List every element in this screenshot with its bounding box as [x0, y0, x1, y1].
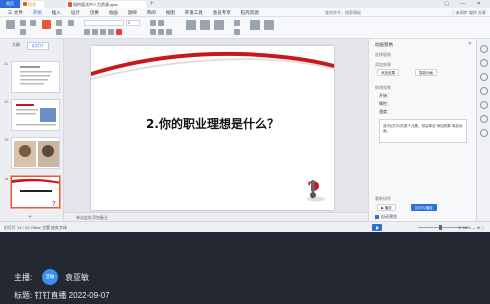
cursor-icon[interactable] — [480, 45, 488, 53]
play-button[interactable]: ▶ 播放 — [377, 204, 396, 211]
slide-thumbnail-row[interactable]: 11 — [4, 61, 60, 95]
bold-icon[interactable] — [84, 29, 90, 35]
thumbnail-preview — [16, 104, 56, 126]
align-left-icon[interactable] — [150, 29, 156, 35]
slide-number: 11 — [4, 61, 9, 66]
slide-title[interactable]: 2.你的职业理想是什么？ — [91, 115, 334, 132]
window-controls[interactable]: ▢ — ✕ — [444, 0, 486, 8]
slide-editor: ? 2.你的职业理想是什么？ — [64, 39, 368, 221]
svg-text:?: ? — [52, 200, 56, 208]
fill-icon[interactable] — [234, 20, 240, 26]
ribbon-toolbar: 0 — [0, 17, 490, 39]
home-tab[interactable]: 首页 — [0, 0, 20, 8]
font-size-select[interactable]: 0 — [126, 20, 140, 26]
question-mark-icon: ? — [307, 178, 325, 204]
docer-tab[interactable]: 稻壳 — [22, 1, 44, 8]
add-slide-button[interactable]: + — [28, 214, 32, 221]
slides-pane: 大纲 幻灯片 11 12 13 14 ? + — [0, 39, 64, 221]
modify-effect-label: 修改效果 — [375, 85, 391, 90]
status-bar: 幻灯片 14 / 20 Office 主题 缺失字体 ⊟ 88% — ⊕ ⛶ — [0, 221, 490, 232]
slide-thumbnail[interactable] — [11, 137, 60, 169]
close-icon[interactable]: ✕ — [468, 41, 472, 47]
menu-right-actions[interactable]: ⛶ 未同步 協作 分享 — [452, 8, 486, 17]
paste-icon[interactable] — [6, 20, 15, 29]
underline-icon[interactable] — [100, 29, 106, 35]
live-stream-overlay: 主播: 亚敏 袁亚敏 标题: 钉钉直播 2022-09-07 — [0, 232, 490, 304]
star-icon[interactable] — [480, 59, 488, 67]
zoom-knob[interactable] — [438, 225, 442, 230]
thumbnail-preview — [20, 66, 52, 85]
add-effect-label: 添加效果 — [375, 62, 391, 67]
select-icon[interactable] — [264, 20, 274, 30]
copy-icon[interactable] — [20, 29, 26, 35]
numbering-icon[interactable] — [158, 20, 164, 26]
start-field[interactable]: 开始： — [379, 93, 391, 99]
font-name-select[interactable] — [84, 20, 124, 26]
title-bar: 首页 稻壳 如何面试中人力资源.pptx + ▢ — ✕ — [0, 0, 490, 8]
more-icon[interactable] — [480, 129, 488, 137]
thumbnail-preview: ? — [12, 178, 59, 208]
help-icon[interactable] — [480, 101, 488, 109]
pane-title: 动画窗格 — [375, 42, 393, 47]
command-search[interactable]: 查找命令、搜索模板 — [325, 9, 361, 16]
italic-icon[interactable] — [92, 29, 98, 35]
align-center-icon[interactable] — [158, 29, 164, 35]
speed-field[interactable]: 速度： — [379, 109, 391, 115]
reset-icon[interactable] — [68, 20, 74, 26]
slide-number: 14 — [4, 176, 9, 181]
share-icon[interactable] — [480, 87, 488, 95]
status-left: 幻灯片 14 / 20 Office 主题 缺失字体 — [4, 225, 68, 230]
slide-thumbnail-row[interactable]: 12 — [4, 99, 60, 133]
slideshow-button[interactable]: 幻灯片播放 — [411, 204, 437, 211]
right-rail — [476, 39, 490, 221]
slide-thumbnail[interactable] — [11, 99, 60, 131]
slide-thumbnail-selected[interactable]: ? — [11, 176, 60, 208]
pane-tabs: 大纲 幻灯片 — [8, 42, 49, 50]
host-name: 袁亚敏 — [65, 273, 89, 282]
slide-number: 12 — [4, 99, 9, 104]
gear-icon[interactable] — [480, 73, 488, 81]
hint-text: 选中幻灯片的某个元素，然后单击“添加效果”添加动画。 — [379, 119, 467, 143]
play-slideshow-icon[interactable] — [372, 224, 382, 231]
slide-thumbnail-row[interactable]: 14 ? — [4, 176, 60, 210]
bullets-icon[interactable] — [150, 20, 156, 26]
layout-icon[interactable] — [56, 20, 62, 26]
history-icon[interactable] — [480, 115, 488, 123]
host-label: 主播: — [14, 273, 33, 282]
stream-caption: 标题: 钉钉直播 2022-09-07 — [14, 291, 110, 300]
tab-outline[interactable]: 大纲 — [8, 42, 24, 50]
add-effect-button[interactable]: 添加效果 — [377, 69, 399, 76]
slide-thumbnail[interactable] — [11, 61, 60, 93]
align-right-icon[interactable] — [166, 29, 172, 35]
find-icon[interactable] — [250, 20, 260, 30]
new-slide-icon[interactable] — [42, 20, 51, 29]
arrange-icon[interactable] — [214, 20, 224, 30]
section-icon[interactable] — [56, 29, 62, 35]
avatar: 亚敏 — [42, 269, 58, 285]
notes-bar[interactable]: 单击此处添加备注 — [64, 212, 368, 221]
presentation-app: 首页 稻壳 如何面试中人力资源.pptx + ▢ — ✕ 三 文件 开始 插入 设计切… — [0, 0, 490, 232]
select-pane-label[interactable]: 选择窗格 — [375, 52, 391, 58]
slide-thumbnail-row[interactable]: 13 — [4, 137, 60, 171]
tab-slides[interactable]: 幻灯片 — [27, 42, 49, 50]
autopreview-checkbox[interactable]: 自动预览 — [375, 214, 397, 220]
menu-bar: 三 文件 开始 插入 设计 切换 动画 放映 审阅 视图 开发工具 会员专享 稻壳资源 查找命令、搜索… — [0, 8, 490, 18]
property-field[interactable]: 属性： — [379, 101, 391, 107]
current-slide[interactable]: ? 2.你的职业理想是什么？ — [91, 46, 334, 210]
outline-icon[interactable] — [234, 29, 240, 35]
slide-number: 13 — [4, 137, 9, 142]
font-color-icon[interactable] — [116, 29, 122, 35]
cut-icon[interactable] — [20, 20, 26, 26]
animation-pane: 动画窗格 ✕ 选择窗格 添加效果 添加效果 智能动画 修改效果 开始： 属性： … — [368, 39, 476, 221]
document-tab[interactable]: 如何面试中人力资源.pptx — [66, 1, 146, 8]
new-tab-button[interactable]: + — [150, 0, 154, 8]
format-painter-icon[interactable] — [30, 20, 36, 26]
smart-animation-button[interactable]: 智能动画 — [415, 69, 437, 76]
text-box-icon[interactable] — [186, 20, 196, 30]
zoom-controls[interactable]: ⊟ 88% — ⊕ ⛶ — [458, 222, 484, 232]
thumbnail-preview — [14, 141, 59, 167]
strikethrough-icon[interactable] — [108, 29, 114, 35]
reorder-label: 重新排序 — [375, 196, 391, 201]
shape-icon[interactable] — [200, 20, 210, 30]
